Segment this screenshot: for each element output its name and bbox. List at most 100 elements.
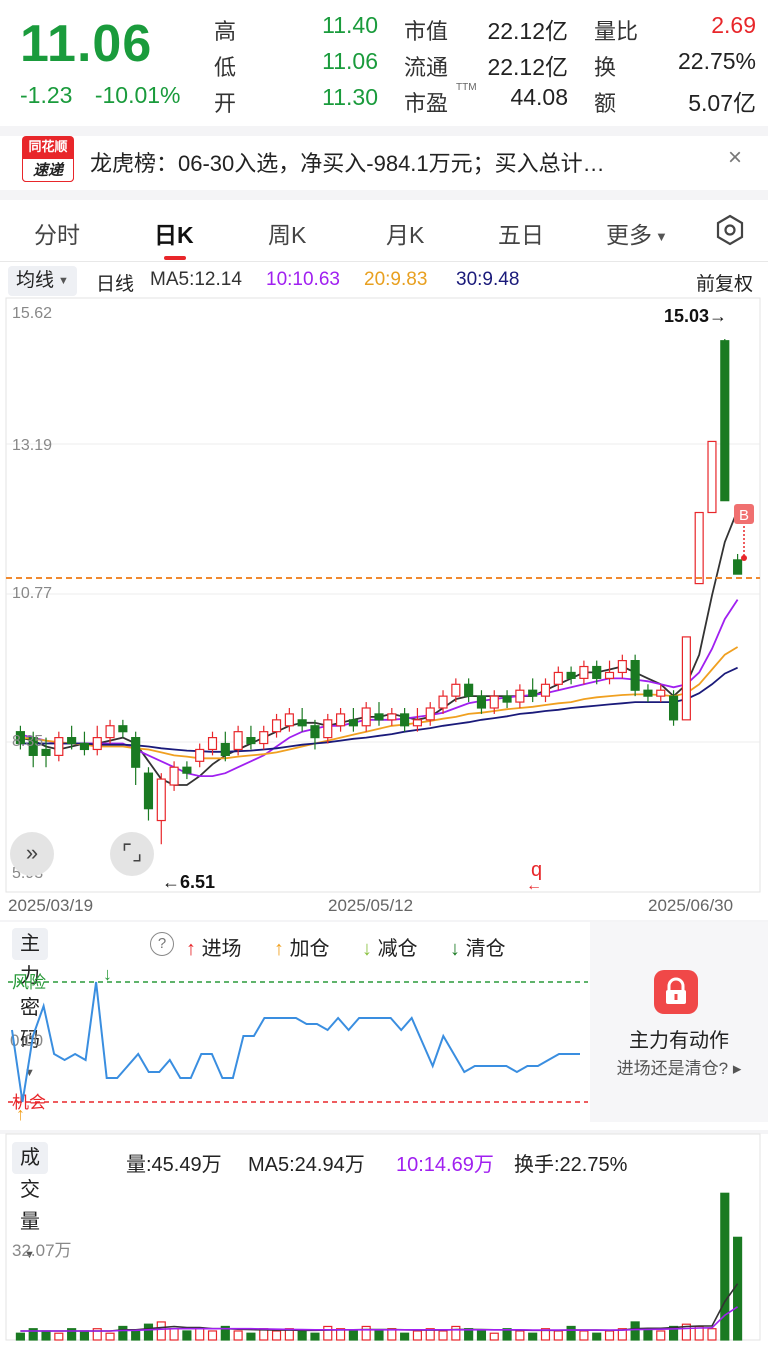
lock-icon <box>654 970 698 1014</box>
low-marker: ←6.51 <box>162 872 215 892</box>
separator <box>0 190 768 200</box>
volume-bar <box>310 1332 320 1341</box>
candle-body <box>169 766 179 786</box>
volume-selector[interactable]: 成交量▼ <box>12 1142 48 1261</box>
candle-body <box>579 665 589 679</box>
low-label: 低 <box>214 55 237 80</box>
caret-down-icon: ▼ <box>58 275 69 287</box>
ths-express-logo: 同花顺 速递 <box>22 136 74 182</box>
ma30-value: 30:9.48 <box>456 269 520 290</box>
pe-label: 市盈 <box>404 91 449 116</box>
date-middle: 2025/05/12 <box>328 896 414 915</box>
volume-ma10: 10:14.69万 <box>396 1154 494 1176</box>
candle-body <box>400 713 410 727</box>
promo-subtitle[interactable]: 进场还是清仓? ▸ <box>590 1054 768 1079</box>
tab-weekly-k[interactable]: 周K <box>268 216 306 250</box>
candle-body <box>617 660 627 674</box>
volume-bar <box>451 1325 461 1341</box>
high-label: 高 <box>214 19 237 44</box>
candle-body <box>284 713 294 727</box>
tab-more[interactable]: 更多 ▼ <box>606 216 668 250</box>
candle-body <box>604 671 615 679</box>
candle-body <box>502 695 512 703</box>
left-arrow-icon: ← <box>526 877 542 894</box>
kline-chart[interactable]: 15.62 13.19 10.77 8.35 5.93 15.03→ ←6.51… <box>5 297 761 894</box>
fullscreen-button[interactable]: ⌜⌟ <box>110 832 154 876</box>
news-banner[interactable]: 同花顺 速递 龙虎榜：06-30入选，净买入-984.1万元；买入总计… × <box>0 136 768 188</box>
candle-body <box>297 719 307 727</box>
volume-bar <box>271 1330 282 1341</box>
candle-body <box>143 772 154 810</box>
candle-body <box>592 665 602 679</box>
volume-bar <box>643 1328 653 1341</box>
volume-bar <box>182 1330 192 1341</box>
candle-body <box>118 725 128 733</box>
candle-body <box>79 742 90 751</box>
volume-bars <box>15 1192 743 1341</box>
settings-hex-icon[interactable] <box>714 214 746 246</box>
turnover-label: 换 <box>594 55 617 80</box>
legend-clear-label: 清仓 <box>465 938 506 960</box>
volume-chart[interactable]: 32.07万 <box>5 1133 761 1342</box>
indicator-selector[interactable]: 主力密码▼ <box>12 928 48 1079</box>
legend-reduce-label: 减仓 <box>377 938 418 960</box>
tab-five-day[interactable]: 五日 <box>498 216 544 250</box>
ma20-value: 20:9.83 <box>364 269 428 290</box>
volume-bar <box>233 1330 243 1341</box>
volume-ma5: MA5:24.94万 <box>248 1154 365 1176</box>
legend-add: ↑ 加仓 <box>274 932 330 961</box>
active-tab-indicator <box>164 256 186 260</box>
adjust-mode[interactable]: 前复权 <box>696 269 753 296</box>
candle-body <box>412 719 422 727</box>
volume-ma-lines <box>20 1283 739 1332</box>
logo-bottom-text: 速递 <box>22 158 74 182</box>
arrow-down-icon: ↓ <box>103 964 112 984</box>
low-value: 11.06 <box>322 48 378 74</box>
tab-daily-k[interactable]: 日K <box>154 216 194 250</box>
tab-monthly-k[interactable]: 月K <box>386 216 424 250</box>
candle-body <box>694 511 704 585</box>
candle-body <box>720 340 730 502</box>
tab-intraday[interactable]: 分时 <box>34 216 80 250</box>
candle-body <box>233 731 243 751</box>
ma-lines <box>20 509 739 786</box>
candle-body <box>425 707 435 721</box>
y-label-top: 15.62 <box>12 305 52 322</box>
candle-body <box>41 748 51 756</box>
candles <box>15 338 743 845</box>
candle-body <box>451 683 461 697</box>
candle-body <box>476 695 487 709</box>
lock-glyph <box>666 977 686 1004</box>
candle-body <box>489 695 499 709</box>
ma-selector[interactable]: 均线 ▼ <box>8 266 77 296</box>
legend-clear: ↓ 清仓 <box>450 932 506 961</box>
expand-panel-button[interactable]: » <box>10 832 54 876</box>
ma-legend-row: 均线 ▼ 日线 MA5:12.14 10:10.63 20:9.83 30:9.4… <box>0 266 768 296</box>
volume-bar <box>297 1330 307 1341</box>
change-percent: -10.01% <box>94 82 181 108</box>
main-force-promo[interactable]: 主力有动作 进场还是清仓? ▸ <box>590 922 768 1122</box>
change-amount: -1.23 <box>20 82 73 108</box>
volume-bar <box>579 1330 589 1341</box>
volume-bar <box>207 1330 218 1341</box>
candle-body <box>656 689 666 697</box>
candle-body <box>643 689 653 697</box>
help-icon[interactable]: ? <box>150 932 174 956</box>
date-start: 2025/03/19 <box>8 896 94 915</box>
volume-bar <box>489 1332 499 1341</box>
amount-value: 5.07亿 <box>688 90 756 116</box>
candle-body <box>681 636 691 721</box>
arrow-down-icon: ↓ <box>362 938 372 960</box>
volume-bar <box>361 1325 371 1341</box>
close-icon[interactable]: × <box>728 144 742 172</box>
market-cap-value: 22.12亿 <box>487 18 568 44</box>
candle-body <box>515 689 525 703</box>
period-label: 日线 <box>96 274 135 295</box>
volume-bar <box>169 1328 179 1341</box>
volume-bar <box>374 1330 384 1341</box>
banner-text[interactable]: 龙虎榜：06-30入选，净买入-984.1万元；买入总计… <box>90 146 605 178</box>
ma-selector-label: 均线 <box>16 270 55 292</box>
main-force-chart[interactable]: 风险 0.00 机会 ↓ ↑ <box>8 964 588 1126</box>
y-label-2: 13.19 <box>12 437 52 454</box>
ma5-value: MA5:12.14 <box>150 269 242 290</box>
